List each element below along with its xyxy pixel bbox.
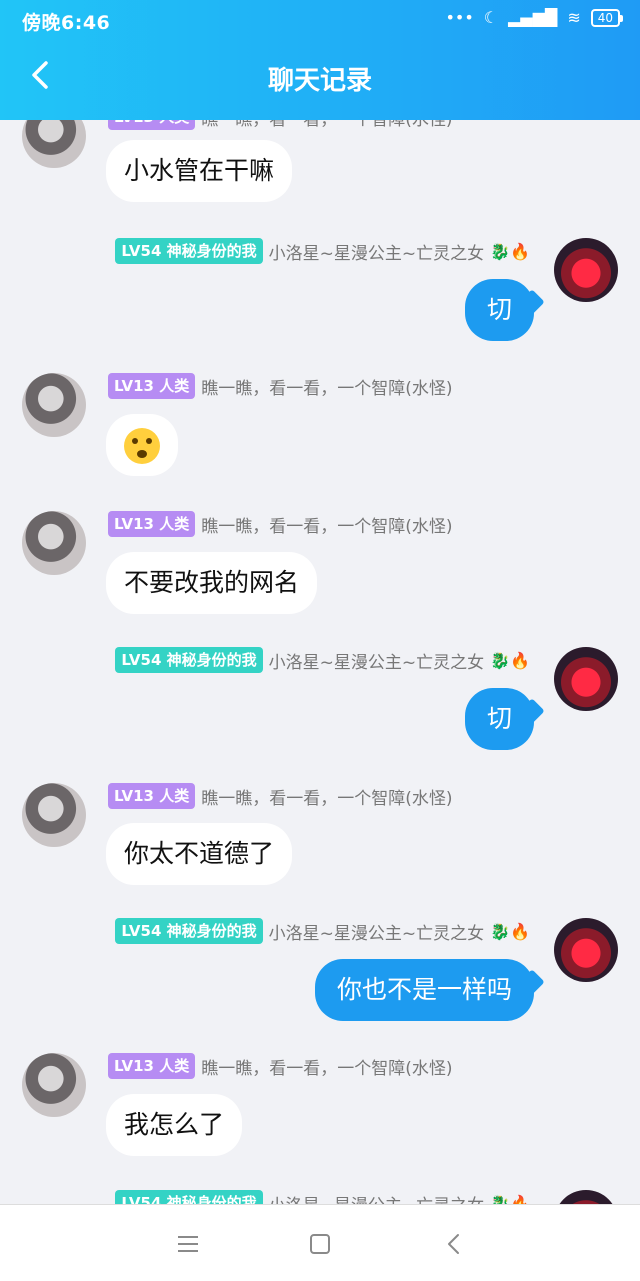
message-bubble[interactable]: 小水管在干嘛 (106, 140, 293, 202)
surprised-emoji-icon (124, 428, 160, 464)
sender-meta: LV54 神秘身份的我 小洛星~星漫公主~亡灵之女 🐉🔥 (115, 238, 530, 264)
more-dots-icon: ••• (445, 8, 474, 27)
dragon-fire-icons: 🐉🔥 (490, 921, 530, 941)
sender-meta: LV13 人类 瞧一瞧，看一看，一个智障(水怪) (108, 1053, 453, 1079)
page-title: 聊天记录 (267, 66, 372, 96)
sender-name: 瞧一瞧，看一看，一个智障(水怪) (201, 516, 453, 537)
avatar[interactable] (554, 238, 618, 302)
level-badge: LV13 人类 (108, 511, 196, 537)
sender-name: 小洛星~星漫公主~亡灵之女 (268, 923, 485, 944)
top-header: 傍晚6:46 ••• ☾ ▂▄▆█ ≋ 40 聊天记录 (0, 0, 640, 120)
signal-icon: ▂▄▆█ (508, 8, 558, 27)
sender-meta: LV54 神秘身份的我 小洛星~星漫公主~亡灵之女 🐉🔥 (115, 918, 530, 944)
message-bubble[interactable]: 你太不道德了 (106, 823, 293, 885)
sender-meta: LV13 人类 瞧一瞧，看一看，一个智障(水怪) (108, 373, 453, 399)
system-nav-bar (0, 1204, 640, 1281)
dragon-fire-icons: 🐉🔥 (490, 241, 530, 261)
sender-name: 小洛星~星漫公主~亡灵之女 (268, 652, 485, 673)
battery-icon: 40 (590, 8, 624, 27)
level-badge: LV54 神秘身份的我 (115, 918, 263, 944)
message-bubble[interactable]: 切 (464, 279, 534, 341)
message-bubble[interactable] (106, 414, 178, 476)
moon-icon: ☾ (483, 8, 499, 27)
sender-meta: LV13 人类 瞧一瞧，看一看，一个智障(水怪) (108, 783, 453, 809)
message-bubble[interactable]: 你也不是一样吗 (314, 959, 534, 1021)
level-badge: LV13 人类 (108, 373, 196, 399)
dragon-fire-icons: 🐉🔥 (490, 650, 530, 670)
avatar[interactable] (22, 783, 86, 847)
sender-name: 瞧一瞧，看一看，一个智障(水怪) (201, 788, 453, 809)
message-bubble[interactable]: 不要改我的网名 (106, 552, 318, 614)
level-badge: LV54 神秘身份的我 (115, 238, 263, 264)
avatar[interactable] (554, 647, 618, 711)
level-badge: LV54 神秘身份的我 (115, 647, 263, 673)
avatar[interactable] (22, 373, 86, 437)
wifi-icon: ≋ (567, 8, 581, 27)
menu-icon[interactable] (176, 1233, 200, 1255)
level-badge: LV13 人类 (108, 783, 196, 809)
home-square-icon[interactable] (308, 1233, 332, 1255)
avatar[interactable] (22, 1053, 86, 1117)
sender-meta: LV54 神秘身份的我 小洛星~星漫公主~亡灵之女 🐉🔥 (115, 647, 530, 673)
sender-name: 小洛星~星漫公主~亡灵之女 (268, 243, 485, 264)
sender-name: 瞧一瞧，看一看，一个智障(水怪) (201, 378, 453, 399)
message-bubble[interactable]: 切 (464, 688, 534, 750)
avatar[interactable] (554, 918, 618, 982)
status-time: 傍晚6:46 (22, 12, 111, 34)
sender-meta: LV13 人类 瞧一瞧，看一看，一个智障(水怪) (108, 511, 453, 537)
avatar[interactable] (22, 511, 86, 575)
back-icon[interactable] (442, 1233, 466, 1255)
level-badge: LV13 人类 (108, 1053, 196, 1079)
message-bubble[interactable]: 我怎么了 (106, 1094, 243, 1156)
status-icons: ••• ☾ ▂▄▆█ ≋ 40 (445, 8, 624, 27)
sender-name: 瞧一瞧，看一看，一个智障(水怪) (201, 1058, 453, 1079)
